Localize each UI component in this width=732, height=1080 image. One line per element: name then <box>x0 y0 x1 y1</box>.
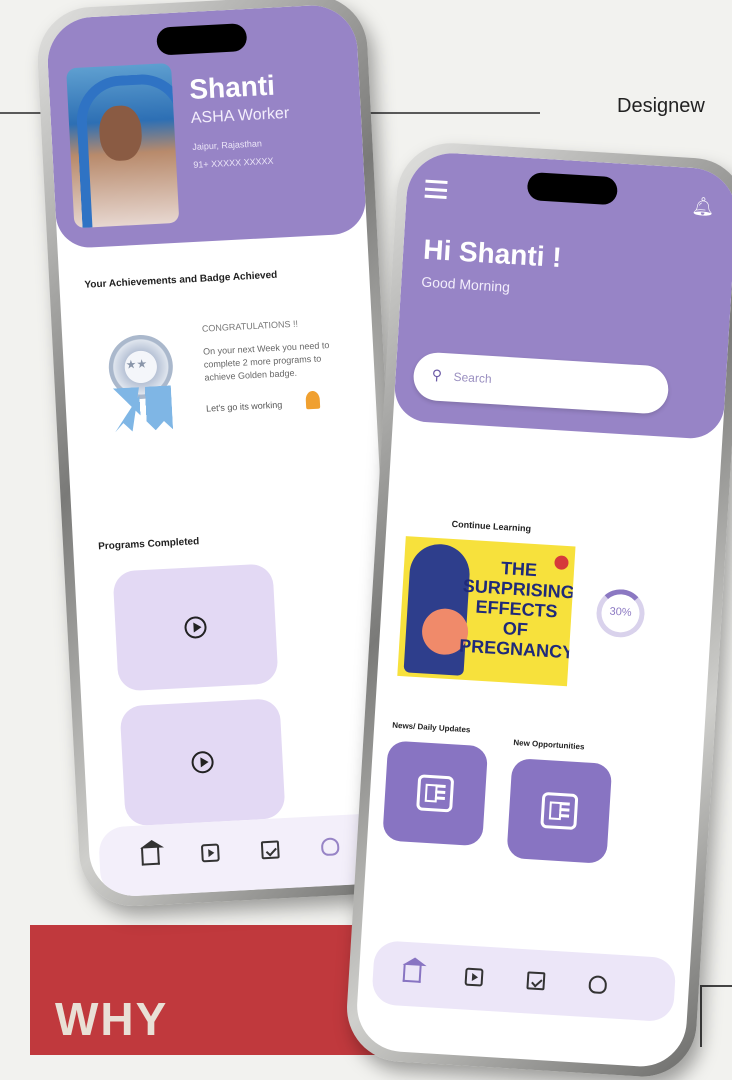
profile-screen: Shanti ASHA Worker Jaipur, Rajasthan 91+… <box>45 3 402 899</box>
profile-name: Shanti <box>188 69 276 106</box>
calendar-icon[interactable] <box>526 971 546 991</box>
home-icon[interactable] <box>402 963 422 983</box>
course-title: THE SURPRISING EFFECTS OF PREGNANCY <box>458 557 576 663</box>
progress-ring: 30% <box>595 587 646 639</box>
congrats-text: CONGRATULATIONS !! <box>201 318 299 334</box>
video-icon[interactable] <box>464 967 484 987</box>
profile-photo[interactable] <box>66 62 180 229</box>
news-tile[interactable] <box>382 740 489 847</box>
bell-icon[interactable]: 🔔︎ <box>691 196 715 218</box>
calendar-icon[interactable] <box>260 840 280 860</box>
subgreeting: Good Morning <box>420 273 511 295</box>
search-icon: ⚲ <box>431 366 443 383</box>
achievements-title: Your Achievements and Badge Achieved <box>84 269 278 291</box>
greeting: Hi Shanti ! <box>422 233 563 274</box>
cta-text[interactable]: Let's go its working <box>206 400 283 414</box>
home-screen: 🔔︎ Hi Shanti ! Good Morning ⚲ Search Con… <box>354 150 732 1070</box>
opportunities-label: New Opportunities <box>513 738 585 752</box>
progress-label: 30% <box>609 605 632 620</box>
hand-icon[interactable] <box>588 975 608 995</box>
achievement-message: On your next Week you need to complete 2… <box>202 340 330 383</box>
gold-badge-icon <box>305 390 321 410</box>
search-placeholder: Search <box>453 369 493 387</box>
dynamic-island <box>156 22 248 56</box>
program-card[interactable] <box>119 698 286 827</box>
video-icon[interactable] <box>200 843 220 863</box>
profile-location: Jaipur, Rajasthan <box>192 138 263 152</box>
home-icon[interactable] <box>140 846 160 866</box>
brand-text: Designew <box>617 95 705 117</box>
search-input[interactable]: ⚲ Search <box>412 351 670 415</box>
stars-icon: ★★ <box>125 356 148 372</box>
dynamic-island <box>526 171 619 206</box>
programs-title: Programs Completed <box>97 536 200 553</box>
news-label: News/ Daily Updates <box>391 720 471 735</box>
course-thumbnail[interactable]: THE SURPRISING EFFECTS OF PREGNANCY <box>397 536 576 687</box>
play-icon[interactable] <box>191 750 215 774</box>
stairs-icon <box>540 791 579 831</box>
face-shape <box>98 104 143 162</box>
play-icon[interactable] <box>183 615 208 640</box>
hand-icon[interactable] <box>320 837 340 857</box>
profile-phone: Shanti ASHA Worker Jaipur, Rajasthan 91+… <box>35 0 412 909</box>
profile-phone-number: 91+ XXXXX XXXXX <box>193 155 274 170</box>
continue-learning-title: Continue Learning <box>451 518 532 534</box>
home-phone: 🔔︎ Hi Shanti ! Good Morning ⚲ Search Con… <box>343 140 732 1080</box>
newspaper-icon <box>416 774 455 813</box>
opportunities-tile[interactable] <box>506 758 613 864</box>
program-card[interactable] <box>112 563 279 692</box>
sketch-illustration <box>700 985 732 1047</box>
bottom-nav <box>371 939 677 1023</box>
menu-icon[interactable] <box>424 179 448 199</box>
profile-role: ASHA Worker <box>190 104 290 127</box>
why-text: WHY <box>55 993 169 1045</box>
ribbon-icon <box>113 385 173 432</box>
